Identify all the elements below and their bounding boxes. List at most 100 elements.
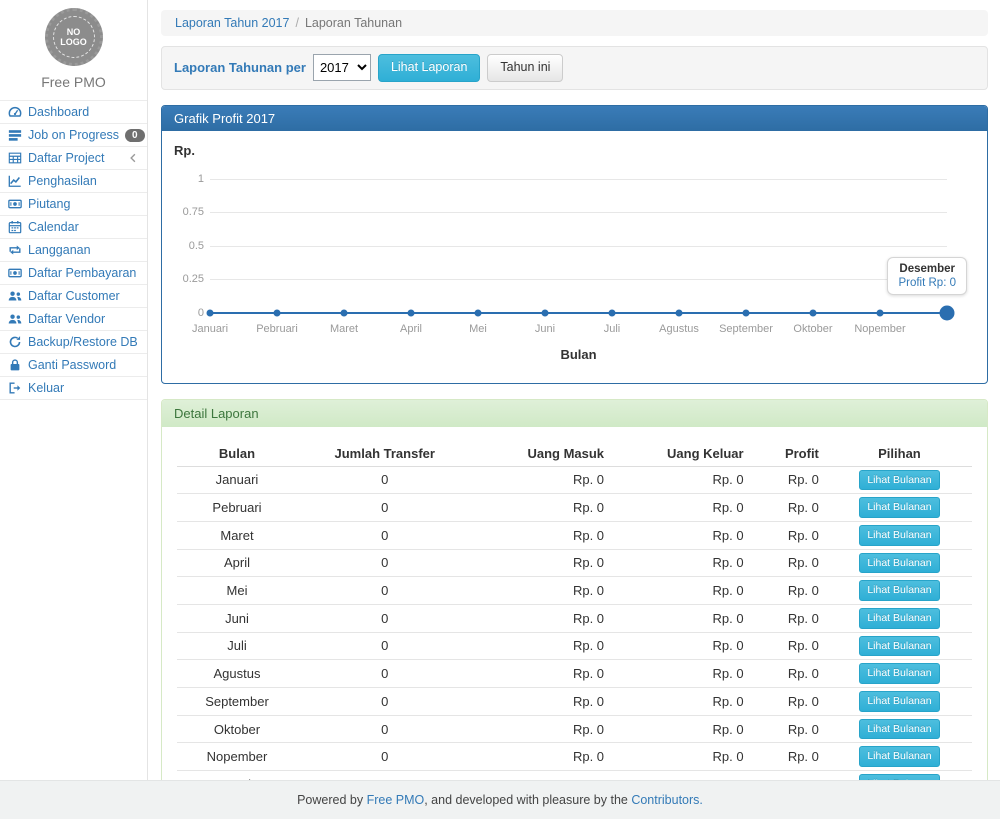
table-row: Pebruari0Rp. 0Rp. 0Rp. 0Lihat Bulanan <box>177 494 972 522</box>
tasks-icon <box>8 128 22 142</box>
y-tick-label: 0.5 <box>174 240 204 252</box>
data-point-oktober[interactable] <box>810 309 817 316</box>
profit-series-line <box>210 312 947 314</box>
column-header-pilihan: Pilihan <box>827 441 972 467</box>
breadcrumb-link-laporan-tahun[interactable]: Laporan Tahun 2017 <box>175 16 289 30</box>
lihat-bulanan-button[interactable]: Lihat Bulanan <box>859 719 939 740</box>
data-point-januari[interactable] <box>207 309 214 316</box>
year-select[interactable]: 2017 <box>313 54 371 81</box>
no-logo-text: NO LOGO <box>60 27 88 48</box>
sidebar-item-dashboard[interactable]: Dashboard <box>0 101 147 124</box>
cell-profit: Rp. 0 <box>752 688 827 716</box>
cell-uang_keluar: Rp. 0 <box>612 660 752 688</box>
sidebar-item-daftar-vendor[interactable]: Daftar Vendor <box>0 308 147 331</box>
chart-panel-title: Grafik Profit 2017 <box>162 106 987 131</box>
count-badge: 0 <box>125 129 145 142</box>
gridline <box>210 212 947 213</box>
gridline <box>210 279 947 280</box>
free-pmo-link[interactable]: Free PMO <box>367 793 425 807</box>
cell-profit: Rp. 0 <box>752 743 827 771</box>
sidebar-item-label: Daftar Pembayaran <box>28 266 136 280</box>
lihat-bulanan-button[interactable]: Lihat Bulanan <box>859 553 939 574</box>
sidebar-item-label: Keluar <box>28 381 64 395</box>
lihat-laporan-button[interactable]: Lihat Laporan <box>378 54 480 82</box>
lihat-bulanan-button[interactable]: Lihat Bulanan <box>859 497 939 518</box>
cell-pilihan: Lihat Bulanan <box>827 494 972 522</box>
sidebar-item-label: Daftar Customer <box>28 289 120 303</box>
sidebar-item-piutang[interactable]: Piutang <box>0 193 147 216</box>
lihat-bulanan-button[interactable]: Lihat Bulanan <box>859 691 939 712</box>
lihat-bulanan-button[interactable]: Lihat Bulanan <box>859 746 939 767</box>
contributors-link[interactable]: Contributors. <box>631 793 703 807</box>
data-point-mei[interactable] <box>475 309 482 316</box>
cell-bulan: April <box>177 549 297 577</box>
data-point-nopember[interactable] <box>877 309 884 316</box>
sidebar-item-label: Daftar Vendor <box>28 312 105 326</box>
lihat-bulanan-button[interactable]: Lihat Bulanan <box>859 580 939 601</box>
cell-profit: Rp. 0 <box>752 521 827 549</box>
y-axis-label: Rp. <box>174 143 195 158</box>
dashboard-icon <box>8 105 22 119</box>
sidebar-item-ganti-password[interactable]: Ganti Password <box>0 354 147 377</box>
calendar-icon <box>8 220 22 234</box>
page-footer: Powered by Free PMO, and developed with … <box>0 780 1000 819</box>
cell-uang_masuk: Rp. 0 <box>473 715 613 743</box>
column-header-bulan: Bulan <box>177 441 297 467</box>
lihat-bulanan-button[interactable]: Lihat Bulanan <box>859 608 939 629</box>
x-tick-label: April <box>400 323 422 335</box>
sidebar-item-penghasilan[interactable]: Penghasilan <box>0 170 147 193</box>
sidebar-item-backup-restore-db[interactable]: Backup/Restore DB <box>0 331 147 354</box>
monthly-report-table: BulanJumlah TransferUang MasukUang Kelua… <box>177 441 972 819</box>
table-row: September0Rp. 0Rp. 0Rp. 0Lihat Bulanan <box>177 688 972 716</box>
gridline <box>210 179 947 180</box>
cell-profit: Rp. 0 <box>752 466 827 494</box>
sidebar-item-job-on-progress[interactable]: Job on Progress0 <box>0 124 147 147</box>
lihat-bulanan-button[interactable]: Lihat Bulanan <box>859 663 939 684</box>
sidebar-menu: DashboardJob on Progress0Daftar ProjectP… <box>0 100 147 400</box>
table-row: Mei0Rp. 0Rp. 0Rp. 0Lihat Bulanan <box>177 577 972 605</box>
cell-jumlah_transfer: 0 <box>297 688 473 716</box>
profit-line-chart: Rp. Desember Profit Rp: 0 Bulan JanuariP… <box>174 143 975 371</box>
lihat-bulanan-button[interactable]: Lihat Bulanan <box>859 525 939 546</box>
cell-bulan: Agustus <box>177 660 297 688</box>
sidebar-item-daftar-customer[interactable]: Daftar Customer <box>0 285 147 308</box>
cell-jumlah_transfer: 0 <box>297 604 473 632</box>
data-point-maret[interactable] <box>341 309 348 316</box>
cell-uang_masuk: Rp. 0 <box>473 466 613 494</box>
sidebar-item-daftar-pembayaran[interactable]: Daftar Pembayaran <box>0 262 147 285</box>
sidebar-item-calendar[interactable]: Calendar <box>0 216 147 239</box>
sidebar-item-daftar-project[interactable]: Daftar Project <box>0 147 147 170</box>
tooltip-month: Desember <box>898 263 956 275</box>
cell-jumlah_transfer: 0 <box>297 494 473 522</box>
cell-uang_masuk: Rp. 0 <box>473 660 613 688</box>
x-tick-label: Januari <box>192 323 228 335</box>
sidebar-item-label: Ganti Password <box>28 358 116 372</box>
data-point-agustus[interactable] <box>676 309 683 316</box>
data-point-desember[interactable] <box>940 305 955 320</box>
x-axis-label: Bulan <box>210 347 947 362</box>
data-point-juli[interactable] <box>609 309 616 316</box>
detail-report-panel: Detail Laporan BulanJumlah TransferUang … <box>161 399 988 819</box>
sidebar-item-langganan[interactable]: Langganan <box>0 239 147 262</box>
cell-bulan: Januari <box>177 466 297 494</box>
table-icon <box>8 151 22 165</box>
table-row: Nopember0Rp. 0Rp. 0Rp. 0Lihat Bulanan <box>177 743 972 771</box>
cell-bulan: Pebruari <box>177 494 297 522</box>
cell-pilihan: Lihat Bulanan <box>827 604 972 632</box>
lihat-bulanan-button[interactable]: Lihat Bulanan <box>859 636 939 657</box>
report-filter-toolbar: Laporan Tahunan per 2017 Lihat Laporan T… <box>161 46 988 90</box>
money-icon <box>8 197 22 211</box>
profit-chart-panel: Grafik Profit 2017 Rp. Desember Profit R… <box>161 105 988 384</box>
tahun-ini-button[interactable]: Tahun ini <box>487 54 563 82</box>
data-point-september[interactable] <box>743 309 750 316</box>
lihat-bulanan-button[interactable]: Lihat Bulanan <box>859 470 939 491</box>
data-point-juni[interactable] <box>542 309 549 316</box>
cell-uang_masuk: Rp. 0 <box>473 688 613 716</box>
cell-profit: Rp. 0 <box>752 549 827 577</box>
data-point-april[interactable] <box>408 309 415 316</box>
cell-uang_masuk: Rp. 0 <box>473 549 613 577</box>
data-point-pebruari[interactable] <box>274 309 281 316</box>
retweet-icon <box>8 243 22 257</box>
sidebar-item-keluar[interactable]: Keluar <box>0 377 147 400</box>
cell-pilihan: Lihat Bulanan <box>827 660 972 688</box>
